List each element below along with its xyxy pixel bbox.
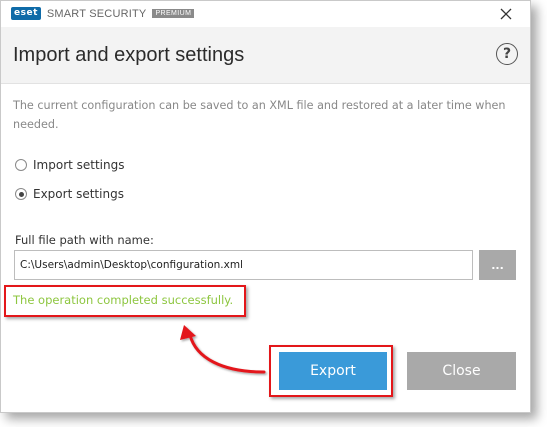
export-button[interactable]: Export <box>279 352 387 390</box>
export-radio[interactable] <box>15 188 27 200</box>
status-message: The operation completed successfully. <box>13 293 234 307</box>
dialog-window: eset SMART SECURITY PREMIUM Import and e… <box>0 0 531 413</box>
export-settings-option[interactable]: Export settings <box>15 187 124 201</box>
title-bar: eset SMART SECURITY PREMIUM <box>1 1 530 27</box>
close-button[interactable]: Close <box>407 352 516 390</box>
description-text: The current configuration can be saved t… <box>13 99 506 131</box>
file-path-label: Full file path with name: <box>15 233 154 247</box>
help-button[interactable]: ? <box>496 43 518 65</box>
edition-badge: PREMIUM <box>152 9 195 18</box>
help-icon: ? <box>502 46 512 62</box>
brand: eset SMART SECURITY PREMIUM <box>11 7 195 20</box>
import-settings-label: Import settings <box>33 158 125 172</box>
import-radio[interactable] <box>15 159 27 171</box>
page-title: Import and export settings <box>13 44 245 66</box>
window-close-button[interactable] <box>496 4 516 24</box>
export-settings-label: Export settings <box>33 187 124 201</box>
file-path-input[interactable] <box>14 250 473 280</box>
screenshot-canvas: eset SMART SECURITY PREMIUM Import and e… <box>0 0 547 427</box>
eset-logo: eset <box>11 7 41 20</box>
import-settings-option[interactable]: Import settings <box>15 158 125 172</box>
close-icon <box>500 8 512 20</box>
browse-button[interactable]: ... <box>479 250 516 280</box>
product-name: SMART SECURITY <box>46 7 147 20</box>
dialog-header: Import and export settings ? <box>1 27 530 84</box>
